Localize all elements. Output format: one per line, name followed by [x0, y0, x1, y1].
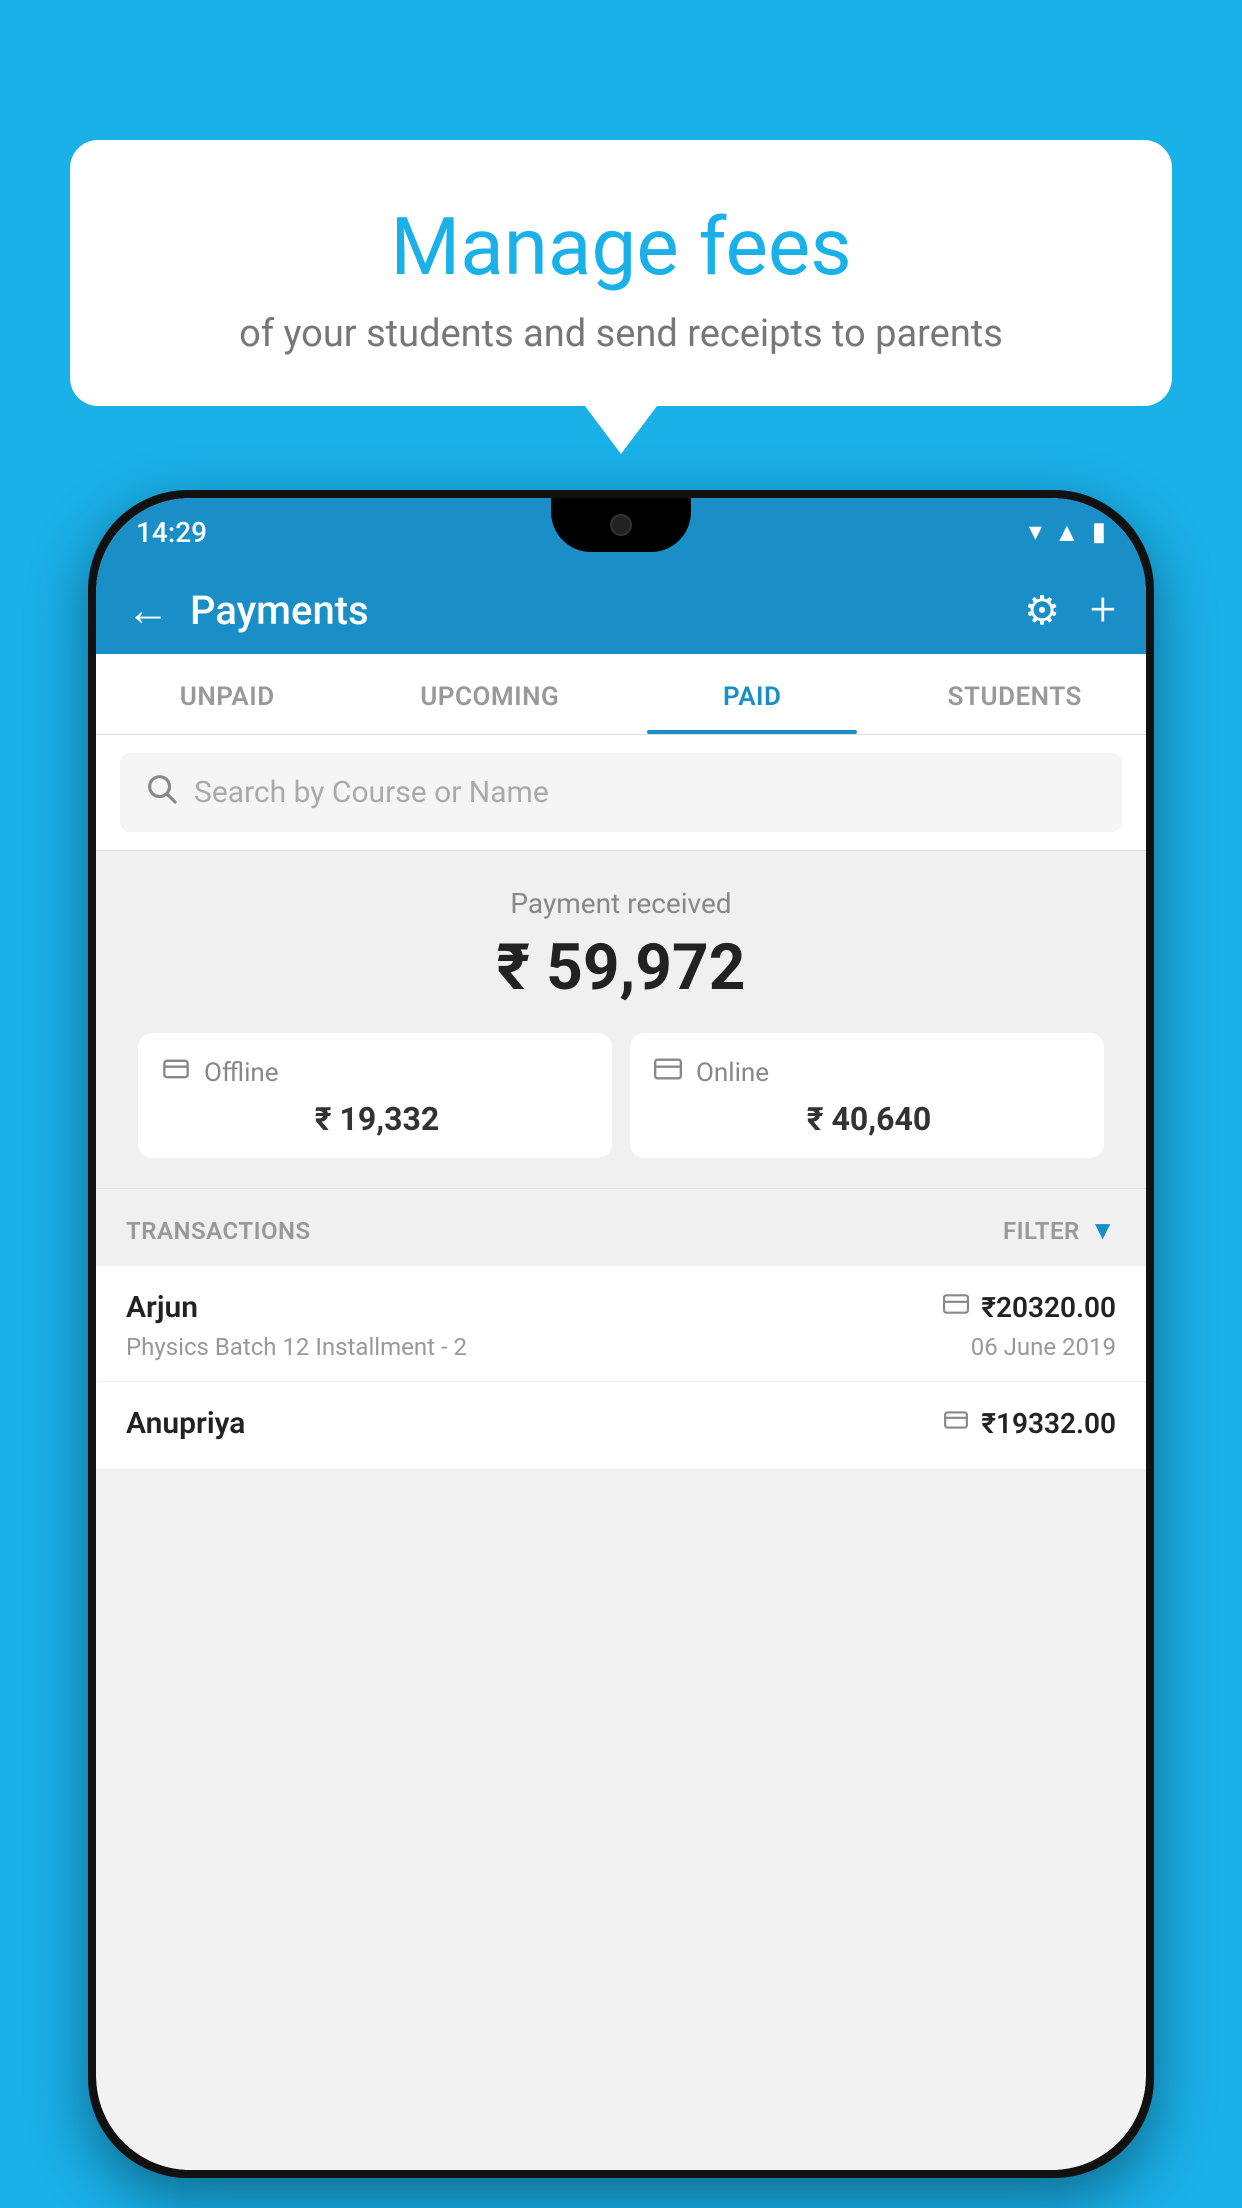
phone-notch: [551, 498, 691, 552]
tab-upcoming[interactable]: UPCOMING: [359, 654, 622, 734]
settings-icon[interactable]: ⚙: [1024, 587, 1060, 634]
transaction-top-row: Anupriya ₹19332.00: [126, 1406, 1116, 1441]
speech-bubble-title: Manage fees: [120, 200, 1122, 294]
offline-label: Offline: [204, 1058, 279, 1088]
top-bar: ← Payments ⚙ +: [96, 566, 1146, 654]
payment-received-label: Payment received: [120, 887, 1122, 920]
tab-students[interactable]: STUDENTS: [884, 654, 1147, 734]
add-button[interactable]: +: [1090, 583, 1116, 637]
tab-unpaid[interactable]: UNPAID: [96, 654, 359, 734]
battery-icon: ▮: [1092, 517, 1106, 547]
transaction-payment-type-icon: [943, 1291, 969, 1324]
search-box[interactable]: Search by Course or Name: [120, 753, 1122, 832]
front-camera: [610, 514, 632, 536]
payment-total-amount: ₹ 59,972: [120, 930, 1122, 1005]
filter-icon: ▼: [1090, 1215, 1116, 1246]
phone-inner: 14:29 ▾ ▲ ▮ ← Payments ⚙ + UNPAID UPCO: [96, 498, 1146, 2170]
transaction-row[interactable]: Anupriya ₹19332.00: [96, 1382, 1146, 1470]
transaction-date: 06 June 2019: [971, 1333, 1116, 1361]
wifi-icon: ▾: [1029, 517, 1042, 547]
transactions-label: TRANSACTIONS: [126, 1217, 311, 1245]
filter-button[interactable]: FILTER ▼: [1003, 1215, 1116, 1246]
signal-icon: ▲: [1054, 517, 1080, 548]
speech-bubble: Manage fees of your students and send re…: [70, 140, 1172, 406]
transactions-header: TRANSACTIONS FILTER ▼: [96, 1189, 1146, 1266]
tabs-bar: UNPAID UPCOMING PAID STUDENTS: [96, 654, 1146, 735]
offline-amount: ₹ 19,332: [162, 1100, 588, 1138]
status-time: 14:29: [136, 516, 207, 549]
transaction-amount-2: ₹19332.00: [981, 1407, 1116, 1440]
offline-payment-card: Offline ₹ 19,332: [138, 1033, 612, 1158]
transaction-amount-wrap: ₹20320.00: [943, 1291, 1116, 1324]
phone-frame: 14:29 ▾ ▲ ▮ ← Payments ⚙ + UNPAID UPCO: [88, 490, 1154, 2178]
tab-paid[interactable]: PAID: [621, 654, 884, 734]
online-amount: ₹ 40,640: [654, 1100, 1080, 1138]
back-button[interactable]: ←: [126, 584, 170, 636]
search-icon: [144, 771, 178, 814]
online-card-header: Online: [654, 1055, 1080, 1090]
online-label: Online: [696, 1058, 769, 1088]
offline-icon: [162, 1055, 190, 1090]
transaction-payment-type-icon-2: [943, 1407, 969, 1440]
filter-label: FILTER: [1003, 1217, 1080, 1245]
transaction-row[interactable]: Arjun ₹20320.00 Physics Batch 12 Install…: [96, 1266, 1146, 1382]
payment-summary: Payment received ₹ 59,972 Offline: [96, 851, 1146, 1189]
status-icons: ▾ ▲ ▮: [1029, 517, 1106, 548]
search-container: Search by Course or Name: [96, 735, 1146, 851]
phone-screen: 14:29 ▾ ▲ ▮ ← Payments ⚙ + UNPAID UPCO: [96, 498, 1146, 2170]
page-title: Payments: [190, 587, 1004, 634]
online-payment-card: Online ₹ 40,640: [630, 1033, 1104, 1158]
transaction-bottom-row: Physics Batch 12 Installment - 2 06 June…: [126, 1333, 1116, 1361]
transaction-detail: Physics Batch 12 Installment - 2: [126, 1333, 467, 1361]
top-bar-icons: ⚙ +: [1024, 583, 1116, 637]
transaction-amount: ₹20320.00: [981, 1291, 1116, 1324]
transaction-name: Arjun: [126, 1290, 198, 1325]
transaction-name: Anupriya: [126, 1406, 245, 1441]
online-icon: [654, 1055, 682, 1090]
speech-bubble-subtitle: of your students and send receipts to pa…: [120, 312, 1122, 356]
transaction-top-row: Arjun ₹20320.00: [126, 1290, 1116, 1325]
transaction-amount-wrap: ₹19332.00: [943, 1407, 1116, 1440]
search-input[interactable]: Search by Course or Name: [194, 775, 549, 810]
offline-card-header: Offline: [162, 1055, 588, 1090]
payment-cards-row: Offline ₹ 19,332 Online: [120, 1033, 1122, 1158]
